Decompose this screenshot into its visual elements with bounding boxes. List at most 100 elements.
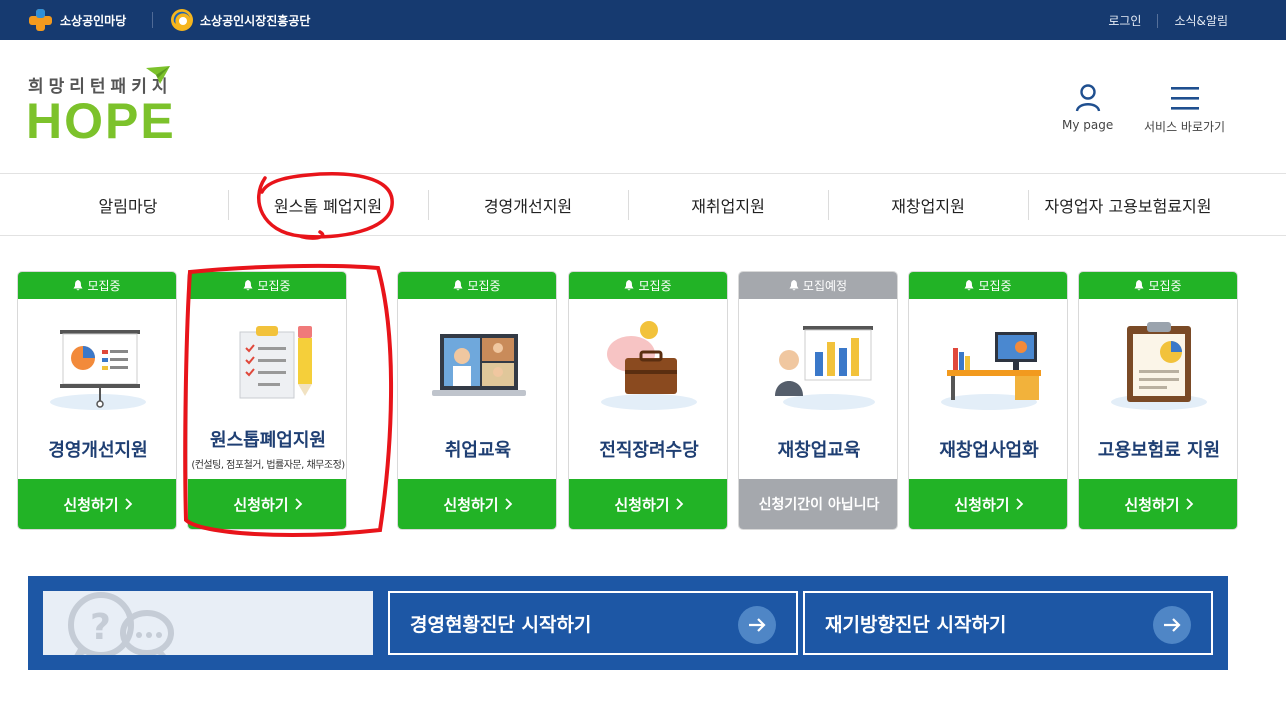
status-text: 모집중: [1148, 279, 1182, 293]
speech-bubble-question-icon: ?: [68, 592, 174, 655]
user-icon: [1075, 84, 1100, 112]
bell-icon: [964, 280, 974, 291]
status-badge: 모집예정: [739, 272, 897, 299]
apply-button[interactable]: 신청하기: [569, 479, 727, 529]
apply-button[interactable]: 신청하기: [909, 479, 1067, 529]
chevron-right-icon: [294, 498, 302, 510]
arrow-right-icon: [738, 606, 776, 644]
business-diagnosis-label: 경영현황진단 시작하기: [410, 613, 592, 636]
arrow-right-icon: [1153, 606, 1191, 644]
card-title: 원스톱폐업지원: [210, 430, 326, 451]
brand-logo[interactable]: HOPE: [26, 92, 176, 150]
apply-label: 신청하기: [614, 495, 670, 514]
service-card-insurance-support[interactable]: 모집중 고용보험료 지원 신청하기: [1078, 271, 1238, 530]
nav-item-employment-insurance[interactable]: 자영업자 고용보험료지원: [1018, 174, 1238, 236]
top-links: 로그인 소식&알림: [1108, 12, 1228, 29]
banner-illustration: ?: [43, 591, 373, 655]
status-badge: 모집중: [1079, 272, 1237, 299]
semas-emblem-icon: [171, 9, 193, 31]
paper-plane-icon: [146, 66, 170, 84]
service-card-job-training[interactable]: 모집중 취업교육 신청하기: [397, 271, 557, 530]
plus-logo-icon: [29, 9, 52, 31]
apply-label: 신청하기: [63, 495, 119, 514]
bell-icon: [453, 280, 463, 291]
service-menu-button[interactable]: 서비스 바로가기: [1144, 84, 1225, 135]
diagnosis-banner: ? 경영현황진단 시작하기 재기방향진단 시작하기: [28, 576, 1228, 670]
main-nav: 알림마당 원스톱 폐업지원 경영개선지원 재취업지원 재창업지원 자영업자 고용…: [0, 174, 1286, 236]
status-text: 모집중: [87, 279, 121, 293]
card-title: 재창업사업화: [939, 440, 1039, 461]
divider: [1157, 13, 1159, 28]
bell-icon: [243, 280, 253, 291]
status-text: 모집중: [978, 279, 1012, 293]
semas-logo[interactable]: 소상공인시장진흥공단: [170, 8, 310, 32]
service-card-restartup-business[interactable]: 모집중 재창업사업화 신청하기: [908, 271, 1068, 530]
logo1-text: 소상공인마당: [60, 13, 127, 28]
chevron-right-icon: [504, 498, 512, 510]
nav-item-notice[interactable]: 알림마당: [28, 174, 228, 236]
status-badge: 모집중: [188, 272, 346, 299]
mypage-label: My page: [1062, 118, 1114, 132]
clipboard-checklist-icon: [188, 312, 346, 422]
clipboard-pie-chart-icon: [1079, 312, 1237, 422]
apply-label: 신청하기: [443, 495, 499, 514]
header: 희망리턴패키지 HOPE My page 서비스 바로가기: [0, 40, 1286, 174]
status-badge: 모집중: [909, 272, 1067, 299]
apply-button[interactable]: 신청하기: [1079, 479, 1237, 529]
login-link[interactable]: 로그인: [1108, 12, 1141, 29]
apply-button[interactable]: 신청하기: [398, 479, 556, 529]
sosanggongin-madang-logo[interactable]: 소상공인마당: [28, 8, 126, 32]
status-text: 모집중: [257, 279, 291, 293]
card-title: 취업교육: [444, 440, 512, 461]
apply-button[interactable]: 신청하기: [18, 479, 176, 529]
business-diagnosis-button[interactable]: 경영현황진단 시작하기: [388, 591, 798, 655]
card-title: 고용보험료 지원: [1097, 440, 1221, 461]
apply-label: 신청하기: [233, 495, 289, 514]
presentation-board-icon: [18, 312, 176, 422]
office-desk-icon: [909, 312, 1067, 422]
status-text: 모집예정: [802, 279, 848, 293]
status-badge: 모집중: [18, 272, 176, 299]
card-title: 전직장려수당: [599, 440, 699, 461]
presenter-chart-icon: [739, 312, 897, 422]
top-bar: 소상공인마당 소상공인시장진흥공단 로그인 소식&알림: [0, 0, 1286, 40]
service-card-restartup-education[interactable]: 모집예정 재창업교육 신청기간이 아닙니다: [738, 271, 898, 530]
bell-icon: [789, 280, 799, 291]
apply-label: 신청하기: [954, 495, 1010, 514]
card-title: 재창업교육: [777, 440, 861, 461]
status-badge: 모집중: [398, 272, 556, 299]
apply-label: 신청하기: [1124, 495, 1180, 514]
nav-item-reemployment[interactable]: 재취업지원: [628, 174, 828, 236]
service-label: 서비스 바로가기: [1144, 120, 1226, 134]
bell-icon: [624, 280, 634, 291]
news-link[interactable]: 소식&알림: [1174, 12, 1228, 29]
service-card-onestop-closure[interactable]: 모집중 원스톱폐업지원 (컨설팅, 점포철거, 법률자문, 채무조정) 신청하기: [187, 271, 347, 530]
recovery-diagnosis-label: 재기방향진단 시작하기: [825, 613, 1007, 636]
chevron-right-icon: [1185, 498, 1193, 510]
divider: [152, 12, 153, 28]
mypage-button[interactable]: My page: [1062, 84, 1113, 132]
recovery-diagnosis-button[interactable]: 재기방향진단 시작하기: [803, 591, 1213, 655]
apply-button[interactable]: 신청하기: [188, 479, 346, 529]
chevron-right-icon: [124, 498, 132, 510]
status-text: 모집중: [467, 279, 501, 293]
card-subtitle: (컨설팅, 점포철거, 법률자문, 채무조정): [191, 460, 345, 471]
hamburger-menu-icon: [1170, 87, 1199, 110]
card-title: 경영개선지원: [48, 440, 148, 461]
chevron-right-icon: [1015, 498, 1023, 510]
piggy-bank-briefcase-icon: [569, 312, 727, 422]
logo2-text: 소상공인시장진흥공단: [200, 13, 311, 28]
nav-item-management[interactable]: 경영개선지원: [428, 174, 628, 236]
nav-item-restartup[interactable]: 재창업지원: [828, 174, 1028, 236]
apply-button-disabled: 신청기간이 아닙니다: [739, 479, 897, 529]
bell-icon: [73, 280, 83, 291]
service-card-management[interactable]: 모집중 경영개선지원 신청하기: [17, 271, 177, 530]
video-call-laptop-icon: [398, 312, 556, 422]
svg-text:?: ?: [90, 607, 111, 648]
bell-icon: [1134, 280, 1144, 291]
chevron-right-icon: [675, 498, 683, 510]
apply-label: 신청기간이 아닙니다: [758, 497, 880, 513]
service-card-transfer-allowance[interactable]: 모집중 전직장려수당 신청하기: [568, 271, 728, 530]
nav-item-onestop-closure[interactable]: 원스톱 폐업지원: [228, 174, 428, 236]
status-text: 모집중: [638, 279, 672, 293]
